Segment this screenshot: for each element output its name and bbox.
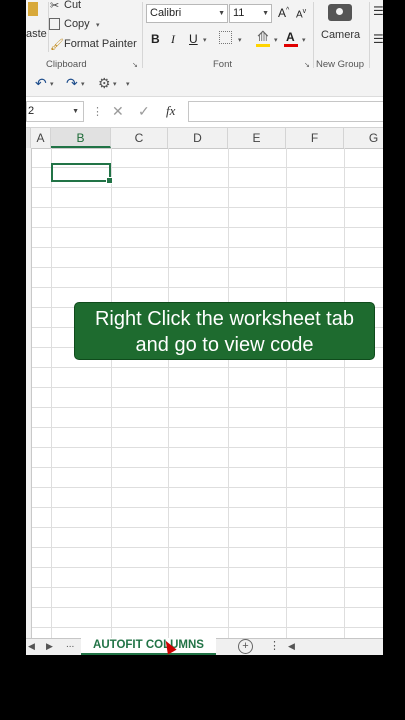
column-header-g[interactable]: G: [344, 128, 383, 148]
scroll-left-icon[interactable]: ◀: [288, 641, 295, 652]
underline-button[interactable]: U: [189, 32, 198, 46]
cell-area[interactable]: [26, 148, 383, 638]
more-sheets-button[interactable]: ...: [66, 639, 74, 650]
column-header-f[interactable]: F: [286, 128, 344, 148]
fill-dropdown-icon[interactable]: ▾: [274, 36, 278, 44]
borders-dropdown-icon[interactable]: ▾: [238, 36, 242, 44]
paste-button[interactable]: aste: [26, 28, 47, 40]
clipboard-group-label: Clipboard: [46, 59, 87, 70]
group-separator: [142, 2, 143, 68]
overflow-icon[interactable]: ☰: [373, 4, 383, 18]
worksheet-grid[interactable]: A B C D E F G: [26, 128, 383, 638]
font-launcher-icon[interactable]: ↘: [304, 61, 310, 69]
font-size-select[interactable]: 11 ▼: [229, 4, 272, 23]
camera-button[interactable]: Camera: [321, 29, 360, 41]
chevron-down-icon: ▼: [262, 10, 269, 17]
excel-window: aste ✂ Cut Copy ▾ 🖌 Format Painter Clipb…: [26, 0, 383, 655]
settings-icon[interactable]: ⚙: [98, 75, 111, 92]
format-painter-button[interactable]: Format Painter: [64, 38, 137, 50]
gridline: [51, 148, 52, 638]
cancel-icon[interactable]: ✕: [112, 103, 124, 120]
undo-icon[interactable]: ↶: [35, 75, 47, 92]
column-header-c[interactable]: C: [111, 128, 168, 148]
copy-button[interactable]: Copy: [64, 18, 90, 30]
name-box-value: 2: [28, 105, 35, 117]
font-name-select[interactable]: Calibri ▼: [146, 4, 228, 23]
undo-dropdown-icon[interactable]: ▾: [50, 80, 54, 88]
copy-dropdown-icon[interactable]: ▾: [96, 21, 100, 29]
font-name-value: Calibri: [150, 7, 182, 19]
font-color-swatch: [284, 44, 298, 47]
sheet-tabs-bar: ◀ ▶ ... AUTOFIT COLUMNS + ⋮ ◀: [26, 638, 383, 655]
formula-bar: 2 ▼ ⋮ ✕ ✓ fx: [26, 97, 383, 128]
format-painter-icon: 🖌: [50, 39, 64, 51]
scroll-tabs-right-icon[interactable]: ▶: [46, 641, 53, 652]
new-group-label: New Group: [316, 59, 365, 70]
cut-icon: ✂: [50, 0, 60, 12]
font-group-label: Font: [213, 59, 233, 70]
copy-icon: [49, 18, 60, 30]
gridline: [168, 148, 169, 638]
font-color-dropdown-icon[interactable]: ▾: [302, 36, 306, 44]
column-header-a[interactable]: A: [31, 128, 51, 148]
instruction-callout: Right Click the worksheet tab and go to …: [74, 302, 375, 360]
borders-icon[interactable]: [219, 31, 232, 44]
font-size-value: 11: [233, 7, 245, 19]
gridline: [228, 148, 229, 638]
grow-font-button[interactable]: A^: [278, 6, 289, 20]
column-headers: A B C D E F G: [26, 128, 383, 149]
more-icon: ⋮: [269, 640, 280, 652]
ribbon: aste ✂ Cut Copy ▾ 🖌 Format Painter Clipb…: [26, 0, 383, 73]
group-separator: [313, 2, 314, 68]
callout-line-2: and go to view code: [135, 334, 314, 356]
chevron-down-icon: ▼: [218, 10, 225, 17]
underline-dropdown-icon[interactable]: ▾: [203, 36, 207, 44]
column-header-e[interactable]: E: [228, 128, 286, 148]
redo-dropdown-icon[interactable]: ▾: [81, 80, 85, 88]
callout-line-1: Right Click the worksheet tab: [94, 308, 354, 330]
enter-icon[interactable]: ✓: [138, 103, 150, 120]
camera-icon[interactable]: [328, 4, 352, 21]
settings-dropdown-icon[interactable]: ▾: [113, 80, 117, 88]
fill-color-icon[interactable]: ⟰: [257, 28, 269, 45]
scroll-tabs-left-icon[interactable]: ◀: [28, 641, 35, 652]
gridline: [111, 148, 112, 638]
cut-button[interactable]: Cut: [64, 0, 81, 11]
chevron-down-icon: ▼: [72, 108, 79, 115]
formula-input[interactable]: [188, 101, 383, 122]
gridline: [286, 148, 287, 638]
redo-icon[interactable]: ↷: [66, 75, 78, 92]
paste-icon: [28, 2, 38, 16]
customize-qat-icon[interactable]: ▾: [126, 80, 130, 88]
italic-button[interactable]: I: [171, 32, 175, 47]
shrink-font-button[interactable]: Av: [296, 8, 306, 20]
row-headers: [26, 148, 32, 638]
fill-color-swatch: [256, 44, 270, 47]
more-icon: ⋮: [92, 106, 103, 118]
column-header-d[interactable]: D: [168, 128, 228, 148]
name-box[interactable]: 2 ▼: [26, 101, 84, 122]
font-color-button[interactable]: A: [286, 30, 295, 44]
sheet-tab-autofit-columns[interactable]: AUTOFIT COLUMNS: [81, 638, 216, 655]
insert-function-button[interactable]: fx: [166, 103, 175, 119]
selected-cell[interactable]: [51, 163, 113, 184]
bold-button[interactable]: B: [151, 32, 160, 46]
new-sheet-icon[interactable]: +: [238, 639, 253, 654]
group-separator: [369, 2, 370, 68]
quick-access-toolbar: ↶ ▾ ↷ ▾ ⚙ ▾ ▾: [26, 72, 383, 97]
column-header-b[interactable]: B: [51, 128, 111, 148]
clipboard-launcher-icon[interactable]: ↘: [132, 61, 138, 69]
overflow-icon[interactable]: ☰: [373, 32, 383, 46]
gridline: [344, 148, 345, 638]
